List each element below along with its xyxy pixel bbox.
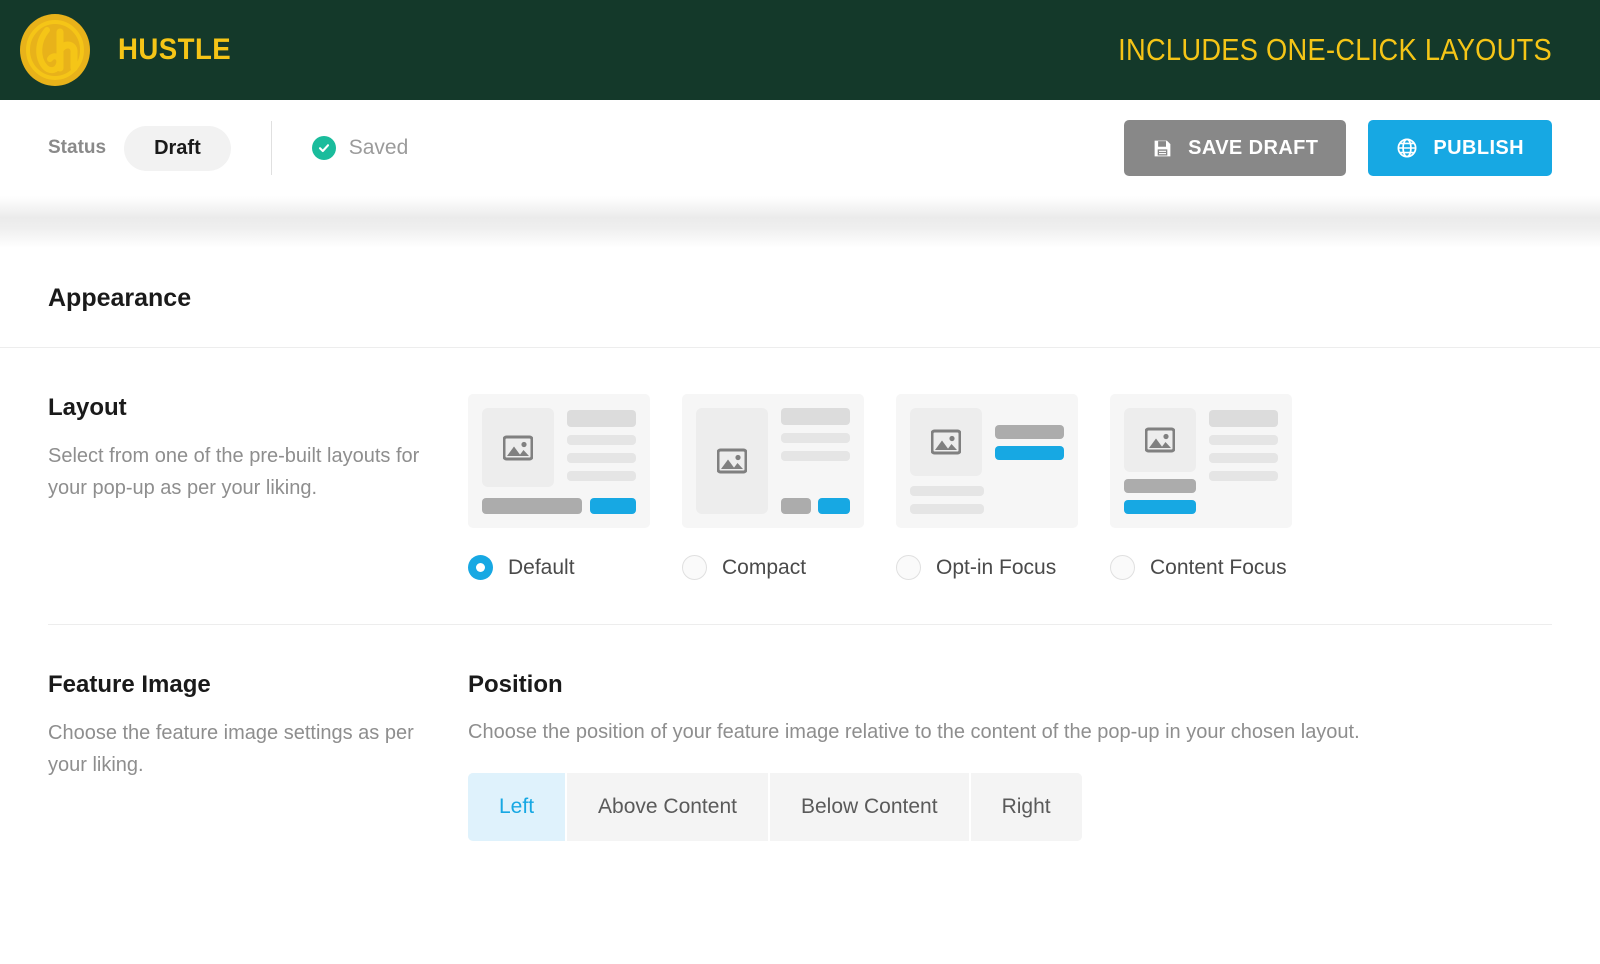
floppy-disk-icon — [1152, 138, 1173, 159]
feature-image-info: Feature Image Choose the feature image s… — [48, 671, 468, 841]
brand-name: HUSTLE — [118, 33, 231, 67]
layout-radio-default[interactable]: Default — [468, 555, 650, 580]
layout-label-default[interactable]: Default — [508, 556, 575, 580]
layout-section: Layout Select from one of the pre-built … — [0, 348, 1600, 580]
position-tab-right[interactable]: Right — [971, 773, 1082, 841]
status-action-bar: Status Draft Saved SAVE DRAFT — [0, 100, 1600, 196]
radio-indicator-content-focus[interactable] — [1110, 555, 1135, 580]
layout-title: Layout — [48, 394, 442, 422]
radio-indicator-optin-focus[interactable] — [896, 555, 921, 580]
position-tab-group: Left Above Content Below Content Right — [468, 773, 1082, 841]
brand-tagline: INCLUDES ONE-CLICK LAYOUTS — [1118, 32, 1552, 68]
save-draft-label: SAVE DRAFT — [1188, 137, 1318, 160]
layout-section-info: Layout Select from one of the pre-built … — [48, 394, 468, 580]
hustle-coin-logo-icon — [14, 9, 96, 91]
feature-image-description: Choose the feature image settings as per… — [48, 717, 442, 782]
check-circle-icon — [312, 136, 336, 160]
layout-radio-compact[interactable]: Compact — [682, 555, 864, 580]
image-placeholder-icon — [1124, 408, 1196, 472]
saved-label: Saved — [349, 136, 409, 160]
layout-radio-content-focus[interactable]: Content Focus — [1110, 555, 1292, 580]
globe-icon — [1396, 137, 1418, 159]
position-tab-above-content[interactable]: Above Content — [567, 773, 770, 841]
image-placeholder-icon — [696, 408, 768, 514]
appearance-card: Appearance Layout Select from one of the… — [0, 248, 1600, 841]
layout-thumbnail-compact[interactable] — [682, 394, 864, 528]
action-buttons: SAVE DRAFT PUBLISH — [1124, 120, 1552, 176]
card-header: Appearance — [0, 248, 1600, 348]
layout-label-optin-focus[interactable]: Opt-in Focus — [936, 556, 1056, 580]
layout-option-default[interactable]: Default — [468, 394, 650, 580]
position-title: Position — [468, 671, 1552, 699]
publish-label: PUBLISH — [1433, 137, 1524, 160]
layout-thumbnail-optin-focus[interactable] — [896, 394, 1078, 528]
section-separator-strip — [0, 196, 1600, 248]
layout-option-optin-focus[interactable]: Opt-in Focus — [896, 394, 1078, 580]
position-description: Choose the position of your feature imag… — [468, 717, 1552, 747]
feature-image-section: Feature Image Choose the feature image s… — [0, 625, 1600, 841]
layout-option-compact[interactable]: Compact — [682, 394, 864, 580]
layout-description: Select from one of the pre-built layouts… — [48, 440, 442, 505]
layout-label-content-focus[interactable]: Content Focus — [1150, 556, 1287, 580]
image-placeholder-icon — [482, 408, 554, 487]
layout-label-compact[interactable]: Compact — [722, 556, 806, 580]
layout-radio-optin-focus[interactable]: Opt-in Focus — [896, 555, 1078, 580]
publish-button[interactable]: PUBLISH — [1368, 120, 1552, 176]
layout-options: Default — [468, 394, 1552, 580]
status-badge: Draft — [124, 126, 231, 171]
saved-indicator: Saved — [312, 136, 409, 160]
feature-image-title: Feature Image — [48, 671, 442, 699]
position-tab-below-content[interactable]: Below Content — [770, 773, 971, 841]
vertical-divider — [271, 121, 272, 175]
image-placeholder-icon — [910, 408, 982, 476]
layout-thumbnail-content-focus[interactable] — [1110, 394, 1292, 528]
status-label: Status — [48, 137, 106, 159]
radio-indicator-default[interactable] — [468, 555, 493, 580]
layout-thumbnail-row: Default — [468, 394, 1552, 580]
brand-header-bar: HUSTLE INCLUDES ONE-CLICK LAYOUTS — [0, 0, 1600, 100]
status-group: Status Draft — [48, 126, 231, 171]
layout-option-content-focus[interactable]: Content Focus — [1110, 394, 1292, 580]
page-title: Appearance — [48, 284, 1552, 313]
save-draft-button[interactable]: SAVE DRAFT — [1124, 120, 1346, 176]
layout-thumbnail-default[interactable] — [468, 394, 650, 528]
radio-indicator-compact[interactable] — [682, 555, 707, 580]
position-settings: Position Choose the position of your fea… — [468, 671, 1552, 841]
position-tab-left[interactable]: Left — [468, 773, 567, 841]
